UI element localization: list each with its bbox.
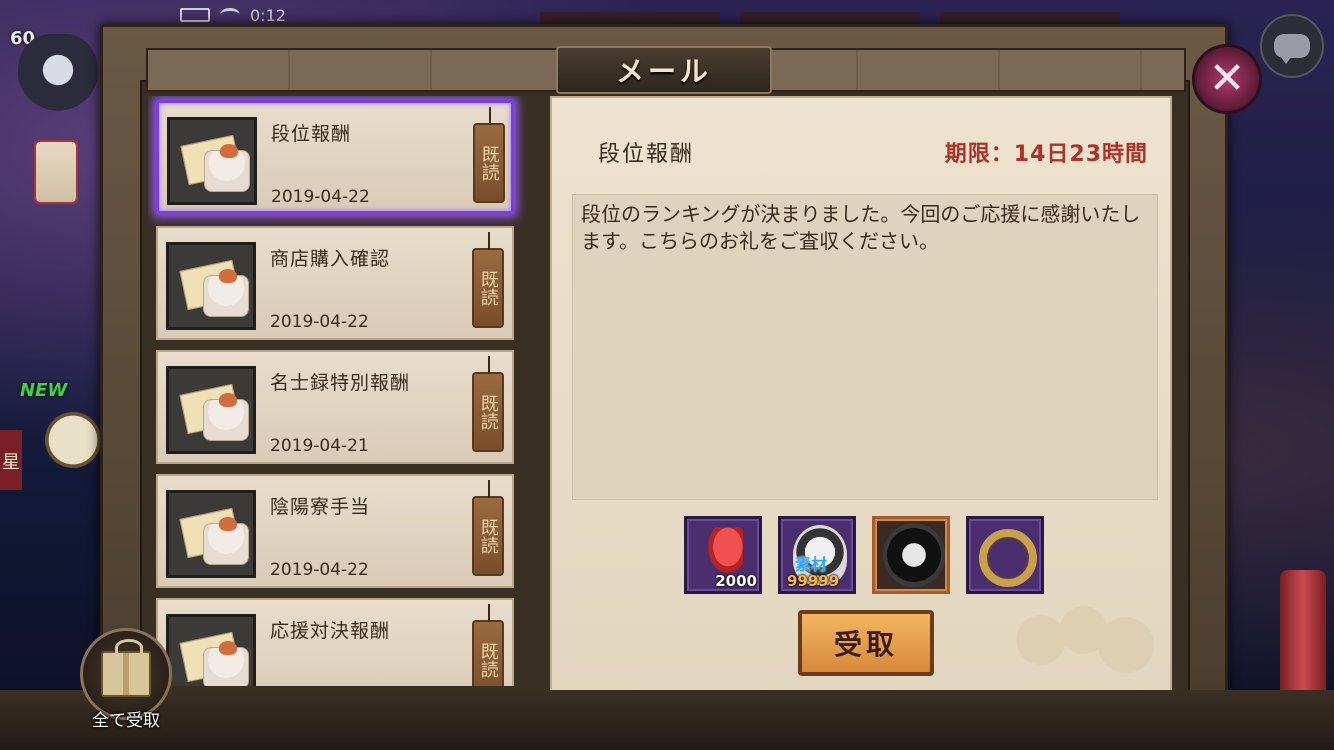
bow-icon: [219, 269, 237, 283]
mail-list-item[interactable]: 陰陽寮手当 2019-04-22 既読: [156, 474, 514, 588]
mail-thumbnail: [166, 490, 256, 578]
mail-list-item[interactable]: 商店購入確認 2019-04-22 既読: [156, 226, 514, 340]
charm-icon[interactable]: [34, 140, 78, 204]
detail-title: 段位報酬: [598, 142, 695, 167]
battery-icon: [180, 8, 210, 22]
read-tag-label: 既読: [477, 394, 499, 430]
bottom-frame: [0, 690, 1334, 750]
mail-date: 2019-04-21: [270, 436, 369, 456]
bow-icon: [220, 144, 238, 158]
mail-thumbnail: [166, 242, 256, 330]
new-badge: NEW: [20, 380, 68, 401]
mail-body-text: 段位のランキングが決まりました。今回のご応援に感謝いたします。こちらのお礼をご査…: [572, 194, 1158, 500]
ring-icon: [979, 529, 1037, 587]
read-tag: 既読: [472, 356, 504, 452]
chat-bubble-icon: [1274, 34, 1310, 64]
read-tag: 既読: [473, 107, 505, 203]
cloud-pattern: [990, 580, 1160, 680]
claim-button[interactable]: 受取: [798, 610, 934, 676]
mail-title: 応援対決報酬: [270, 620, 391, 642]
read-tag: 既読: [472, 480, 504, 576]
mail-thumbnail: [167, 117, 257, 205]
reward-item[interactable]: 2000: [684, 516, 762, 594]
player-avatar[interactable]: [18, 34, 98, 124]
mail-detail-panel: 段位報酬 期限：14日23時間 段位のランキングが決まりました。今回のご応援に感…: [550, 96, 1172, 692]
mail-thumbnail: [166, 366, 256, 454]
close-button[interactable]: ✕: [1192, 44, 1262, 114]
side-banner[interactable]: 星: [0, 430, 22, 490]
read-tag-label: 既読: [478, 145, 500, 181]
device-status-bar: 0:12: [180, 4, 286, 26]
claim-all-label: 全て受取: [92, 711, 160, 731]
read-tag-label: 既読: [477, 270, 499, 306]
close-icon: ✕: [1208, 53, 1246, 104]
claim-all-button[interactable]: 全て受取: [76, 628, 176, 738]
reward-item[interactable]: 素材 99999: [778, 516, 856, 594]
mail-thumbnail: [166, 614, 256, 686]
bow-icon: [219, 393, 237, 407]
bow-icon: [219, 641, 237, 655]
mail-list-item[interactable]: 名士録特別報酬 2019-04-21 既読: [156, 350, 514, 464]
mail-date: 2019-04-22: [270, 560, 369, 580]
wifi-icon: [220, 8, 240, 22]
black-daruma-icon: [883, 523, 945, 587]
mail-list-item[interactable]: 段位報酬 2019-04-22 既読: [156, 100, 514, 214]
read-tag-label: 既読: [477, 518, 499, 554]
reward-item[interactable]: [872, 516, 950, 594]
reward-count: 99999: [787, 572, 840, 590]
bow-icon: [219, 517, 237, 531]
read-tag: 既読: [472, 232, 504, 328]
feather-icon: [705, 527, 743, 577]
clock: 0:12: [250, 5, 286, 25]
mail-date: 2019-04-22: [271, 187, 370, 207]
mail-title: 商店購入確認: [270, 248, 391, 270]
reward-count: 2000: [715, 572, 757, 590]
read-tag: 既読: [472, 604, 504, 686]
mail-list-item[interactable]: 応援対決報酬 既読: [156, 598, 514, 686]
expiry-label: 期限：14日23時間: [944, 142, 1148, 167]
gift-icon: [101, 639, 151, 697]
mail-title: 陰陽寮手当: [270, 496, 371, 518]
mail-date: 2019-04-22: [270, 312, 369, 332]
window-title: メール: [556, 46, 772, 94]
read-tag-label: 既読: [477, 642, 499, 678]
mail-list[interactable]: 段位報酬 2019-04-22 既読 商店購入確認 2019-04-22 既読 …: [148, 96, 528, 686]
mail-title: 段位報酬: [271, 123, 352, 145]
chat-button[interactable]: [1260, 14, 1324, 78]
mail-title: 名士録特別報酬: [270, 372, 411, 394]
